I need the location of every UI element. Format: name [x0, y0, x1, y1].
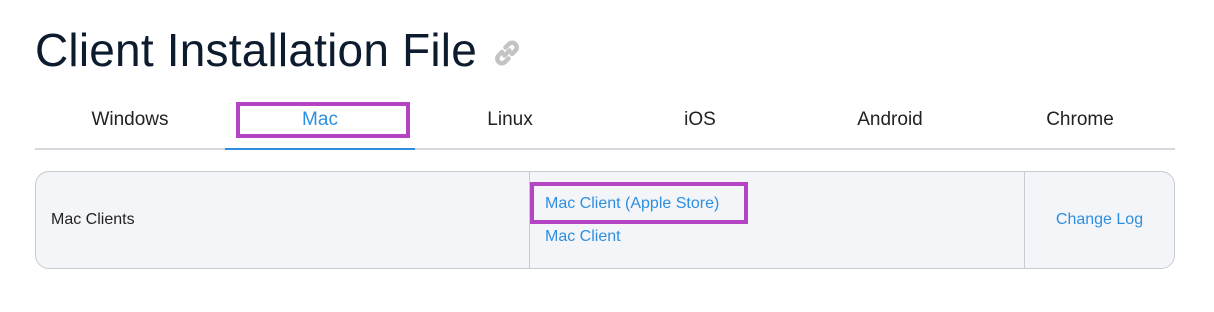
table-row-label: Mac Clients: [36, 172, 530, 268]
platform-tabs: Windows Mac Linux iOS Android Chrome: [35, 100, 1175, 150]
client-table: Mac Clients Mac Client (Apple Store) Mac…: [35, 171, 1175, 269]
change-log-link[interactable]: Change Log: [1056, 211, 1143, 229]
page-title: Client Installation File: [35, 24, 478, 76]
mac-client-link[interactable]: Mac Client: [545, 220, 1024, 253]
tab-windows[interactable]: Windows: [35, 100, 225, 148]
link-icon[interactable]: [491, 37, 523, 69]
tab-ios[interactable]: iOS: [605, 100, 795, 148]
tab-mac[interactable]: Mac: [225, 100, 415, 150]
mac-client-apple-store-link[interactable]: Mac Client (Apple Store): [545, 187, 1024, 220]
tab-chrome[interactable]: Chrome: [985, 100, 1175, 148]
title-row: Client Installation File: [35, 22, 523, 78]
download-links-cell: Mac Client (Apple Store) Mac Client: [530, 172, 1025, 268]
tab-android[interactable]: Android: [795, 100, 985, 148]
tab-linux[interactable]: Linux: [415, 100, 605, 148]
change-log-cell: Change Log: [1025, 172, 1174, 268]
page: Client Installation File Windows Mac Lin…: [0, 0, 1214, 312]
